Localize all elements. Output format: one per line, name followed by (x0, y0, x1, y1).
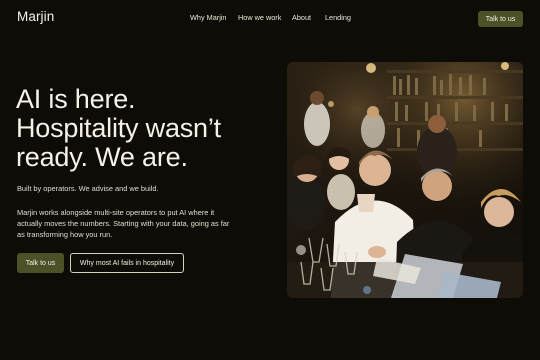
hero-photo (287, 62, 523, 298)
talk-to-us-button[interactable]: Talk to us (17, 253, 64, 273)
headline-line-2: Hospitality wasn’t (16, 113, 221, 143)
why-ai-fails-button[interactable]: Why most AI fails in hospitality (70, 253, 184, 273)
nav-link-why-marjin[interactable]: Why Marjin (190, 13, 227, 22)
top-nav: Marjin Why Marjin How we work About Lend… (0, 0, 540, 36)
nav-link-about[interactable]: About (292, 13, 311, 22)
nav-link-lending[interactable]: Lending (325, 13, 351, 22)
hero-subheadline: Built by operators. We advise and we bui… (17, 184, 159, 193)
hero-headline: AI is here. Hospitality wasn’t ready. We… (16, 85, 276, 172)
headline-line-1: AI is here. (16, 84, 136, 114)
hero-body-text: Marjin works alongside multi-site operat… (17, 208, 230, 240)
headline-line-3: ready. We are. (16, 142, 188, 172)
talk-to-us-nav-button[interactable]: Talk to us (478, 11, 523, 27)
nav-link-how-we-work[interactable]: How we work (238, 13, 281, 22)
restaurant-team-image (287, 62, 523, 298)
logo[interactable]: Marjin (17, 9, 54, 24)
